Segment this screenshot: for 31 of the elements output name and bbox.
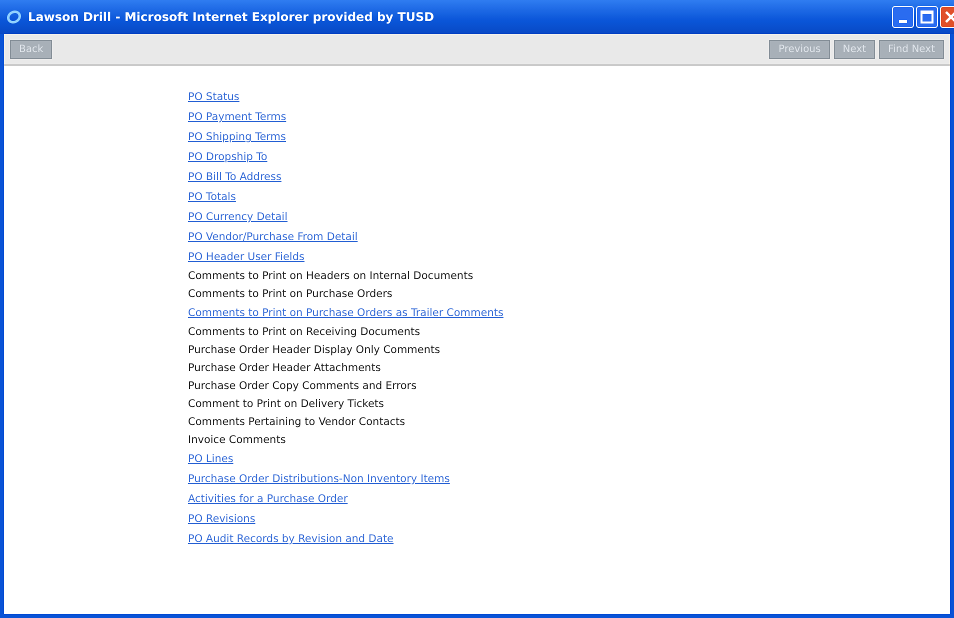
comment-label: Comments Pertaining to Vendor Contacts — [188, 416, 406, 429]
drill-link[interactable]: PO Header User Fields — [188, 251, 304, 264]
minimize-button[interactable] — [892, 6, 914, 28]
drill-link[interactable]: PO Totals — [188, 191, 236, 204]
maximize-icon — [920, 10, 934, 24]
window-title: Lawson Drill - Microsoft Internet Explorer provided by TUSD — [28, 10, 434, 24]
drill-link[interactable]: PO Revisions — [188, 513, 256, 526]
comment-label: Purchase Order Copy Comments and Errors — [188, 380, 417, 393]
comment-label: Comments to Print on Receiving Documents — [188, 326, 420, 339]
comment-label: Comment to Print on Delivery Tickets — [188, 398, 384, 411]
drill-link[interactable]: PO Status — [188, 91, 240, 104]
comment-label: Invoice Comments — [188, 434, 286, 447]
drill-link[interactable]: PO Currency Detail — [188, 211, 288, 224]
comment-label: Purchase Order Header Display Only Comments — [188, 344, 440, 357]
drill-link[interactable]: Comments to Print on Purchase Orders as Trailer Comments — [188, 307, 504, 320]
comment-label: Comments to Print on Headers on Internal Documents — [188, 270, 474, 283]
comment-label: Purchase Order Header Attachments — [188, 362, 381, 375]
close-icon — [944, 10, 954, 24]
drill-link[interactable]: PO Shipping Terms — [188, 131, 286, 144]
drill-link[interactable]: PO Lines — [188, 453, 234, 466]
drill-link[interactable]: PO Bill To Address — [188, 171, 282, 184]
drill-link[interactable]: Purchase Order Distributions-Non Inventory Items — [188, 473, 450, 486]
minimize-icon — [899, 20, 907, 22]
drill-link[interactable]: Activities for a Purchase Order — [188, 493, 348, 506]
drill-link[interactable]: PO Vendor/Purchase From Detail — [188, 231, 358, 244]
drill-link[interactable]: PO Dropship To — [188, 151, 268, 164]
drill-link[interactable]: PO Payment Terms — [188, 111, 286, 124]
browser-logo-icon — [6, 9, 22, 25]
drill-link[interactable]: PO Audit Records by Revision and Date — [188, 533, 394, 546]
maximize-button[interactable] — [916, 6, 938, 28]
comment-label: Comments to Print on Purchase Orders — [188, 288, 392, 301]
